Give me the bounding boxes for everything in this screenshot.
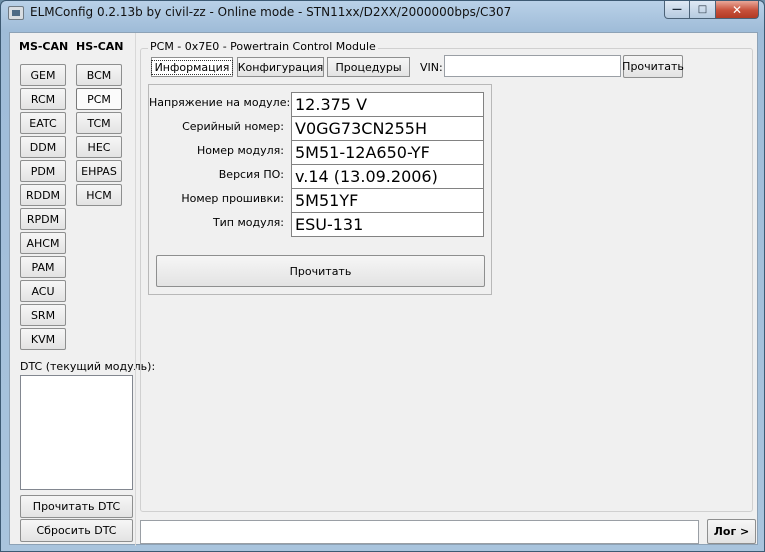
field-value-voltage: 12.375 V	[291, 92, 484, 117]
module-group-title: PCM - 0x7E0 - Powertrain Control Module	[148, 40, 378, 53]
field-value-firmware: 5M51YF	[291, 188, 484, 213]
close-button[interactable]: ✕	[716, 1, 759, 19]
title-bar[interactable]: ELMConfig 0.2.13b by civil-zz - Online m…	[1, 1, 764, 25]
tab-config[interactable]: Конфигурация	[237, 57, 324, 77]
ms-can-module-button[interactable]: AHCM	[20, 232, 66, 254]
ms-can-module-button[interactable]: RPDM	[20, 208, 66, 230]
ms-can-module-button[interactable]: GEM	[20, 64, 66, 86]
window-title: ELMConfig 0.2.13b by civil-zz - Online m…	[30, 5, 512, 19]
field-label-sw-version: Версия ПО:	[218, 168, 284, 181]
vin-read-button[interactable]: Прочитать	[622, 55, 684, 78]
vin-field[interactable]	[444, 55, 621, 77]
vin-label: VIN:	[420, 61, 443, 74]
minimize-button[interactable]: —	[664, 1, 690, 19]
tab-info[interactable]: Информация	[150, 57, 234, 77]
ms-can-module-button[interactable]: PAM	[20, 256, 66, 278]
field-value-serial: V0GG73CN255H	[291, 116, 484, 141]
hs-can-module-button-selected[interactable]: PCM	[76, 88, 122, 110]
log-field[interactable]	[140, 520, 699, 544]
hs-can-label: HS-CAN	[76, 40, 124, 53]
client-area: MS-CAN HS-CAN GEM RCM EATC DDM PDM RDDM …	[9, 32, 758, 546]
info-read-button[interactable]: Прочитать	[156, 255, 485, 287]
ms-can-module-button[interactable]: ACU	[20, 280, 66, 302]
hs-can-module-button[interactable]: TCM	[76, 112, 122, 134]
field-label-module-number: Номер модуля:	[196, 144, 284, 157]
ms-can-module-button[interactable]: RDDM	[20, 184, 66, 206]
sidebar-divider	[135, 33, 136, 546]
field-value-module-type: ESU-131	[291, 212, 484, 237]
app-window: ELMConfig 0.2.13b by civil-zz - Online m…	[0, 0, 765, 552]
window-controls: — □ ✕	[664, 1, 759, 19]
info-panel: Напряжение на модуле: 12.375 V Серийный …	[148, 84, 492, 295]
field-label-voltage: Напряжение на модуле:	[149, 96, 291, 109]
tab-info-label: Информация	[150, 59, 234, 75]
hs-can-module-button[interactable]: BCM	[76, 64, 122, 86]
ms-can-module-button[interactable]: RCM	[20, 88, 66, 110]
hs-can-module-button[interactable]: HEC	[76, 136, 122, 158]
field-value-module-number: 5M51-12A650-YF	[291, 140, 484, 165]
ms-can-module-button[interactable]: PDM	[20, 160, 66, 182]
maximize-button[interactable]: □	[690, 1, 716, 19]
ms-can-module-button[interactable]: EATC	[20, 112, 66, 134]
clear-dtc-button[interactable]: Сбросить DTC	[20, 519, 133, 542]
tab-procedures[interactable]: Процедуры	[327, 57, 410, 77]
ms-can-module-button[interactable]: SRM	[20, 304, 66, 326]
ms-can-module-button[interactable]: KVM	[20, 328, 66, 350]
app-icon	[8, 6, 24, 20]
ms-can-label: MS-CAN	[19, 40, 69, 53]
field-label-firmware: Номер прошивки:	[181, 192, 284, 205]
hs-can-module-button[interactable]: HCM	[76, 184, 122, 206]
dtc-list[interactable]	[20, 375, 133, 490]
log-button[interactable]: Лог >	[707, 519, 756, 544]
ms-can-module-button[interactable]: DDM	[20, 136, 66, 158]
field-label-module-type: Тип модуля:	[212, 216, 284, 229]
hs-can-module-button[interactable]: EHPAS	[76, 160, 122, 182]
field-value-sw-version: v.14 (13.09.2006)	[291, 164, 484, 189]
read-dtc-button[interactable]: Прочитать DTC	[20, 495, 133, 518]
field-label-serial: Серийный номер:	[182, 120, 284, 133]
